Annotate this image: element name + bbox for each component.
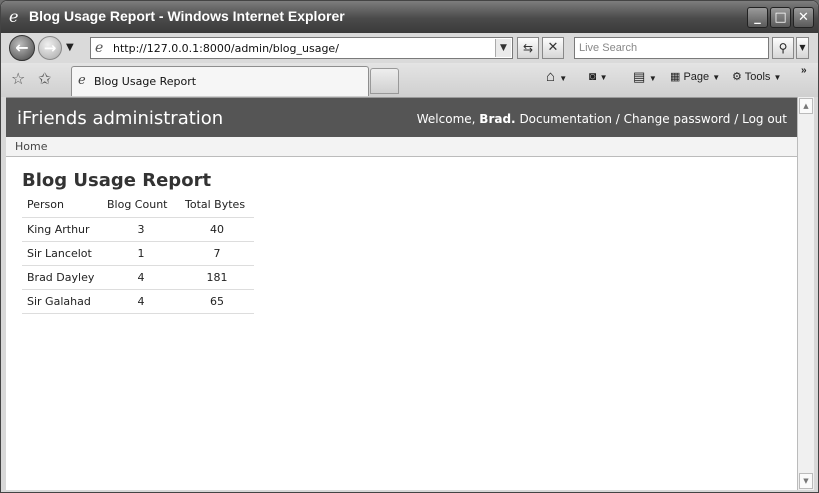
close-button[interactable]: ✕	[793, 7, 814, 28]
user-tools: Welcome, Brad. Documentation / Change pa…	[417, 112, 787, 126]
scroll-up-button[interactable]: ▲	[799, 98, 813, 114]
scroll-down-button[interactable]: ▼	[799, 473, 813, 489]
rss-icon[interactable]: ◙ ▼	[589, 69, 608, 83]
maximize-button[interactable]: □	[770, 7, 791, 28]
blog-count-cell: 1	[102, 240, 180, 265]
logout-link[interactable]: Log out	[742, 112, 787, 126]
ie-logo-icon: e	[9, 7, 19, 26]
tab-label: Blog Usage Report	[94, 75, 197, 88]
browser-window: e Blog Usage Report - Windows Internet E…	[0, 0, 819, 493]
person-cell: Brad Dayley	[22, 264, 102, 289]
back-button[interactable]: ←	[9, 35, 35, 61]
total-bytes-cell: 65	[180, 288, 254, 314]
address-toolbar: ← → ▼ e http://127.0.0.1:8000/admin/blog…	[1, 33, 818, 63]
search-button[interactable]: ⚲	[772, 37, 794, 59]
user-name: Brad.	[479, 112, 516, 126]
forward-arrow-icon: →	[43, 39, 57, 57]
link-separator: /	[734, 112, 739, 126]
link-separator: /	[615, 112, 620, 126]
documentation-link[interactable]: Documentation	[519, 112, 612, 126]
total-bytes-cell: 40	[180, 216, 254, 241]
address-bar[interactable]: e http://127.0.0.1:8000/admin/blog_usage…	[90, 37, 513, 59]
column-header-total-bytes: Total Bytes	[185, 198, 246, 212]
search-options-dropdown[interactable]: ▼	[796, 37, 809, 59]
refresh-button[interactable]: ⇆	[517, 37, 539, 59]
blog-usage-table: Person Blog Count Total Bytes King Arthu…	[22, 194, 254, 314]
search-input[interactable]: Live Search	[574, 37, 769, 59]
refresh-icon: ⇆	[522, 41, 534, 55]
table-row: Brad Dayley 4 181	[22, 264, 254, 289]
table-row: Sir Galahad 4 65	[22, 288, 254, 314]
table-row: Sir Lancelot 1 7	[22, 240, 254, 265]
page-icon: e	[95, 40, 104, 56]
table-header-row: Person Blog Count Total Bytes	[22, 194, 254, 217]
stop-button[interactable]: ✕	[542, 37, 564, 59]
change-password-link[interactable]: Change password	[624, 112, 731, 126]
total-bytes-cell: 181	[180, 264, 254, 289]
page-content: iFriends administration Welcome, Brad. D…	[6, 97, 797, 490]
printer-icon[interactable]: ▤ ▼	[633, 69, 657, 85]
tools-menu-button[interactable]: ⚙ Tools ▼	[732, 70, 781, 83]
tab-toolbar: ☆ ✩ e Blog Usage Report ⌂ ▼ ◙ ▼ ▤ ▼ ▦ Pa…	[1, 63, 818, 97]
forward-button[interactable]: →	[38, 36, 62, 60]
ie-tab-icon: e	[78, 73, 86, 88]
person-cell: Sir Galahad	[22, 288, 102, 314]
table-row: King Arthur 3 40	[22, 216, 254, 241]
address-input[interactable]: http://127.0.0.1:8000/admin/blog_usage/	[113, 42, 339, 55]
recent-pages-dropdown[interactable]: ▼	[66, 42, 74, 53]
column-header-blog-count: Blog Count	[107, 198, 168, 212]
tab-blog-usage-report[interactable]: e Blog Usage Report	[71, 66, 369, 96]
blog-count-cell: 4	[102, 288, 180, 314]
new-tab-button[interactable]	[370, 68, 399, 94]
gear-icon: ⚙	[732, 71, 742, 83]
magnifier-icon: ⚲	[778, 41, 788, 55]
address-dropdown-button[interactable]: ▼	[495, 39, 511, 57]
back-arrow-icon: ←	[15, 38, 29, 57]
welcome-text: Welcome,	[416, 112, 476, 126]
blog-count-cell: 4	[102, 264, 180, 289]
title-bar[interactable]: e Blog Usage Report - Windows Internet E…	[1, 1, 818, 33]
vertical-scrollbar[interactable]: ▲ ▼	[797, 97, 814, 490]
breadcrumb-home-link[interactable]: Home	[15, 140, 47, 153]
window-title: Blog Usage Report - Windows Internet Exp…	[29, 8, 345, 24]
blog-count-cell: 3	[102, 216, 180, 241]
home-icon[interactable]: ⌂ ▼	[546, 68, 567, 85]
column-header-person: Person	[27, 198, 64, 212]
person-cell: Sir Lancelot	[22, 240, 102, 265]
star-icon[interactable]: ☆	[11, 69, 25, 88]
stop-icon: ✕	[547, 40, 559, 55]
minimize-button[interactable]: _	[747, 7, 768, 28]
page-menu-button[interactable]: ▦ Page ▼	[670, 70, 720, 83]
breadcrumb: Home	[6, 137, 797, 157]
star-plus-icon[interactable]: ✩	[38, 69, 51, 88]
person-cell: King Arthur	[22, 216, 102, 241]
page-title: Blog Usage Report	[22, 170, 212, 191]
site-name: iFriends administration	[17, 108, 224, 129]
page-menu-icon: ▦	[670, 71, 681, 83]
admin-header: iFriends administration Welcome, Brad. D…	[6, 98, 797, 137]
toolbar-overflow-button[interactable]: »	[801, 65, 807, 76]
total-bytes-cell: 7	[180, 240, 254, 265]
